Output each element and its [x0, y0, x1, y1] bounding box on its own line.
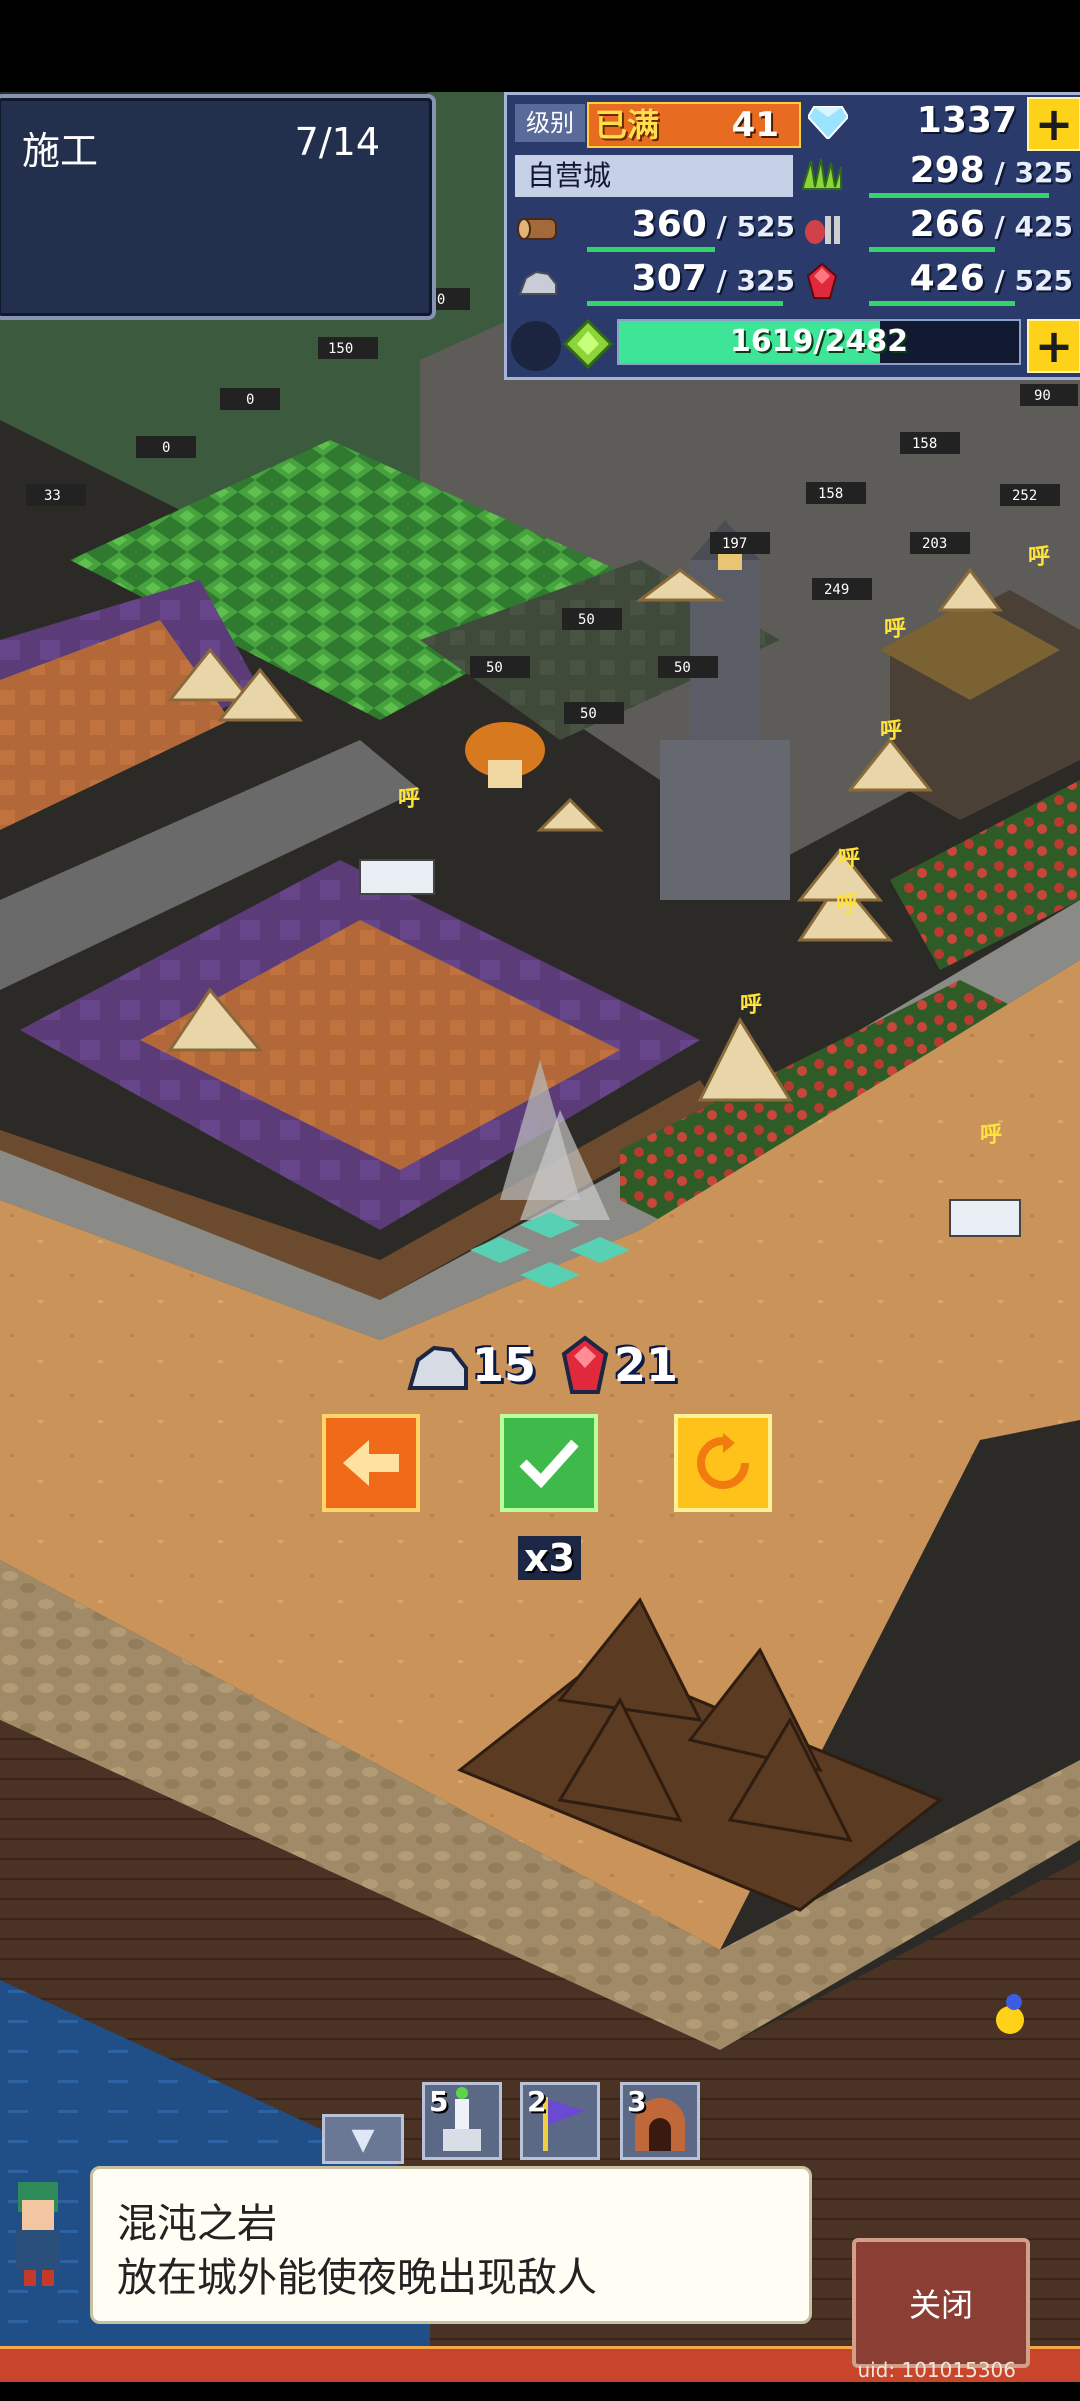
- level-bar: 已满 41: [587, 102, 801, 148]
- construction-count: 7/14: [294, 120, 380, 164]
- svg-text:50: 50: [580, 706, 597, 722]
- svg-text:呼: 呼: [880, 719, 902, 744]
- wood-log-icon: [513, 205, 563, 251]
- status-bar: [0, 0, 1080, 92]
- svg-text:0: 0: [246, 392, 254, 408]
- item-description: 放在城外能使夜晚出现敌人: [117, 2255, 597, 2301]
- svg-text:50: 50: [578, 612, 595, 628]
- svg-text:203: 203: [922, 536, 947, 552]
- checkmark-icon: [519, 1439, 579, 1489]
- close-button[interactable]: 关闭: [852, 2238, 1030, 2368]
- game-map[interactable]: 150 150 0 0 33 90 158 158 252 197 203 24…: [0, 92, 1080, 2382]
- user-id: uid: 101015306: [857, 2358, 1016, 2382]
- svg-text:252: 252: [1012, 488, 1037, 504]
- ore-bar: [587, 301, 783, 306]
- svg-text:呼: 呼: [740, 993, 762, 1018]
- rotate-button[interactable]: [674, 1414, 772, 1512]
- diamond-icon: [803, 99, 853, 145]
- svg-text:90: 90: [1034, 388, 1051, 404]
- collapse-toolbar-button[interactable]: ▼: [322, 2114, 404, 2164]
- svg-text:50: 50: [486, 660, 503, 676]
- toolbar-item-flag[interactable]: 2: [520, 2082, 600, 2160]
- level-value: 41: [731, 105, 779, 145]
- buy-exp-button[interactable]: +: [1027, 319, 1080, 373]
- character-avatar: [0, 2170, 80, 2288]
- svg-text:呼: 呼: [838, 847, 860, 872]
- ore-icon: [513, 259, 563, 305]
- gem-count: 1337: [916, 100, 1017, 141]
- svg-text:呼: 呼: [836, 893, 858, 918]
- svg-text:33: 33: [44, 488, 61, 504]
- food-icon: [797, 205, 847, 251]
- svg-text:249: 249: [824, 582, 849, 598]
- ruby-cost-icon: [560, 1334, 610, 1400]
- chevron-down-icon: ▼: [351, 2121, 375, 2157]
- svg-text:50: 50: [674, 660, 691, 676]
- ore-cost: 15: [472, 1338, 537, 1392]
- grass-icon: [797, 151, 847, 197]
- flag-count: 2: [527, 2085, 547, 2118]
- close-label: 关闭: [908, 2286, 973, 2324]
- cave-count: 3: [627, 2085, 647, 2118]
- food-value: 266 / 425: [909, 204, 1073, 245]
- city-name: 自营城: [515, 155, 793, 197]
- grass-value: 298 / 325: [909, 150, 1073, 191]
- quantity-multiplier: x3: [518, 1536, 581, 1580]
- item-info-dialog: 混沌之岩 放在城外能使夜晚出现敌人: [90, 2166, 812, 2324]
- ore-value: 307 / 325: [631, 258, 795, 299]
- confirm-placement-button[interactable]: [500, 1414, 598, 1512]
- level-max-badge: 已满: [595, 106, 660, 144]
- ruby-bar: [869, 301, 1015, 306]
- ruby-value: 426 / 525: [909, 258, 1073, 299]
- svg-text:150: 150: [328, 341, 353, 357]
- toolbar-item-tower[interactable]: 5: [422, 2082, 502, 2160]
- exp-bar: 1619/2482: [617, 319, 1021, 365]
- tower-count: 5: [429, 2085, 449, 2118]
- food-bar: [869, 247, 995, 252]
- exp-gem-icon: [562, 318, 614, 373]
- grass-bar: [869, 193, 1049, 198]
- cancel-placement-button[interactable]: [322, 1414, 420, 1512]
- svg-text:呼: 呼: [980, 1123, 1002, 1148]
- svg-text:158: 158: [818, 486, 843, 502]
- ore-cost-icon: [406, 1338, 470, 1398]
- buy-gems-button[interactable]: +: [1027, 97, 1080, 151]
- moon-icon: [511, 321, 561, 371]
- arrow-left-icon: [343, 1440, 399, 1486]
- rotate-icon: [697, 1433, 749, 1489]
- svg-text:0: 0: [162, 440, 170, 456]
- construction-panel: 施工 7/14: [0, 94, 436, 320]
- navigation-bar: [0, 2382, 1080, 2401]
- svg-text:呼: 呼: [398, 787, 420, 812]
- construction-title: 施工: [22, 129, 99, 173]
- ruby-cost: 21: [614, 1338, 679, 1392]
- toolbar-item-cave[interactable]: 3: [620, 2082, 700, 2160]
- exp-text: 1619/2482: [730, 324, 908, 359]
- ruby-icon: [797, 259, 847, 305]
- wood-bar: [587, 247, 715, 252]
- svg-text:呼: 呼: [1028, 545, 1050, 570]
- svg-text:197: 197: [722, 536, 747, 552]
- wood-value: 360 / 525: [631, 204, 795, 245]
- item-name: 混沌之岩: [117, 2201, 277, 2247]
- svg-text:158: 158: [912, 436, 937, 452]
- svg-text:呼: 呼: [884, 617, 906, 642]
- level-label: 级别: [515, 104, 585, 142]
- resource-panel: 级别 已满 41 1337 + 自营城 298 / 325 360 / 525: [504, 92, 1080, 380]
